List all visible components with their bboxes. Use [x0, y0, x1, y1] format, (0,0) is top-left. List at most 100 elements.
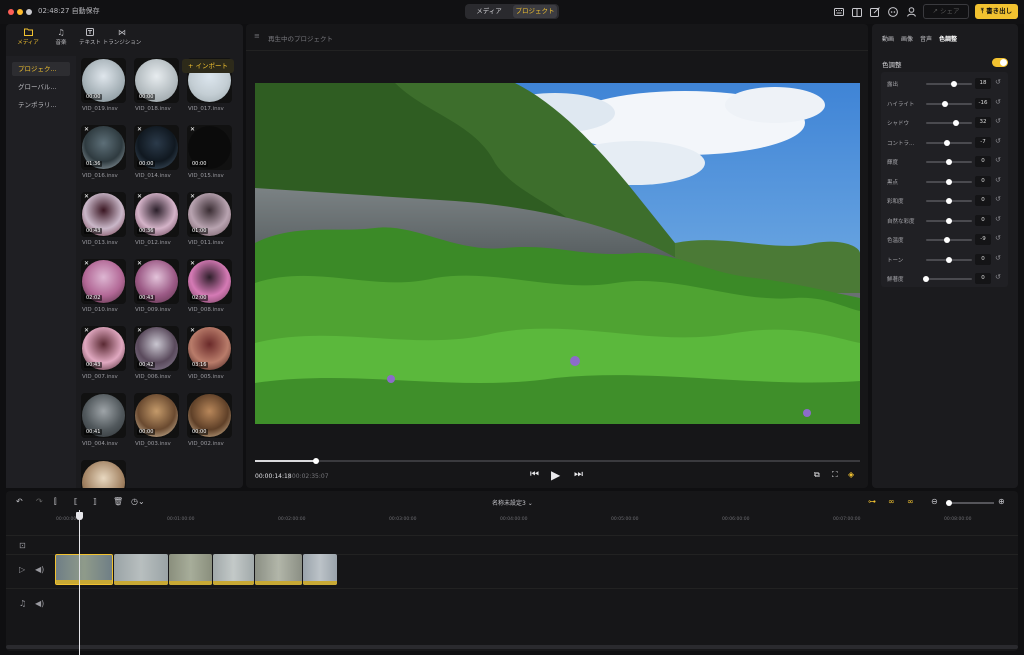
trim-end-icon[interactable]: ⟧: [93, 496, 97, 508]
reset-icon[interactable]: ↺: [995, 176, 1001, 184]
timeline-clip[interactable]: [169, 554, 212, 585]
adjust-slider-handle[interactable]: [946, 217, 952, 224]
timeline-scrollbar[interactable]: [6, 645, 1018, 649]
adjust-slider-handle[interactable]: [944, 237, 951, 243]
adjust-slider-handle[interactable]: [944, 139, 951, 146]
timeline-clip[interactable]: [303, 554, 337, 585]
zoom-in-icon[interactable]: ⊕: [998, 496, 1005, 508]
timeline-clip[interactable]: [255, 554, 302, 585]
media-thumbnail[interactable]: ✕ 01:00: [187, 192, 232, 237]
export-button[interactable]: ⤒ 書き出し: [975, 4, 1018, 19]
adjust-value[interactable]: 18: [975, 78, 991, 89]
media-thumbnail[interactable]: ✕ 00:43: [81, 192, 126, 237]
adjust-slider[interactable]: [926, 81, 972, 87]
remove-media-icon[interactable]: ✕: [137, 193, 142, 200]
next-frame-icon[interactable]: ⏭: [574, 469, 583, 481]
adjust-slider[interactable]: [926, 159, 972, 165]
remove-media-icon[interactable]: ✕: [190, 193, 195, 200]
tab-project[interactable]: プロジェクト: [513, 5, 557, 18]
adjust-value[interactable]: 32: [975, 117, 991, 128]
tab-image-settings[interactable]: 画像: [901, 34, 913, 43]
sequence-name[interactable]: 名称未設定3 ⌄: [492, 498, 533, 507]
adjust-slider-handle[interactable]: [942, 100, 949, 107]
remove-media-icon[interactable]: ✕: [137, 126, 142, 133]
minimize-window-button[interactable]: [17, 9, 23, 15]
link-icon[interactable]: ∞: [888, 496, 895, 508]
reset-icon[interactable]: ↺: [995, 234, 1001, 242]
view-mode-icon[interactable]: ◈: [848, 469, 854, 481]
adjust-slider[interactable]: [926, 256, 972, 263]
playhead[interactable]: [79, 510, 80, 655]
adjust-slider-handle[interactable]: [946, 159, 952, 165]
edit-icon[interactable]: [868, 5, 882, 19]
reset-icon[interactable]: ↺: [995, 137, 1001, 145]
split-icon[interactable]: ⫿: [54, 496, 57, 508]
adjust-value[interactable]: 0: [975, 156, 991, 167]
layout-icon[interactable]: [850, 5, 864, 19]
adjust-slider[interactable]: [926, 178, 972, 185]
remove-media-icon[interactable]: ✕: [137, 327, 142, 334]
video-track-mute-icon[interactable]: ◀): [35, 565, 44, 574]
adjust-slider-handle[interactable]: [946, 256, 952, 263]
media-thumbnail[interactable]: ✕ 00:00: [187, 125, 232, 170]
media-thumbnail[interactable]: 00:00: [134, 393, 179, 438]
adjust-value[interactable]: 0: [975, 214, 991, 226]
adjust-value[interactable]: -9: [975, 234, 991, 245]
media-thumbnail[interactable]: 00:41: [81, 393, 126, 438]
tab-media-library[interactable]: メディア: [16, 28, 40, 46]
nav-global-media[interactable]: グローバル...: [12, 80, 70, 94]
media-thumbnail[interactable]: 00:00: [81, 58, 126, 103]
reset-icon[interactable]: ↺: [995, 78, 1001, 86]
tab-transition[interactable]: ⋈ トランジション: [100, 28, 144, 46]
tab-music[interactable]: ♫ 音楽: [52, 28, 70, 46]
adjust-slider[interactable]: [926, 217, 972, 224]
snap-icon[interactable]: ⊶: [868, 496, 876, 508]
timeline-clip[interactable]: [213, 554, 254, 585]
tab-text[interactable]: テキスト: [78, 28, 102, 46]
reset-icon[interactable]: ↺: [995, 117, 1001, 125]
tab-audio-settings[interactable]: 音声: [920, 34, 932, 43]
media-thumbnail[interactable]: ✕ 00:00: [134, 125, 179, 170]
redo-icon[interactable]: ↷: [36, 496, 43, 508]
share-button[interactable]: ↗ シェア: [923, 4, 969, 19]
color-adjust-toggle[interactable]: [992, 58, 1008, 67]
import-button[interactable]: + インポート: [182, 59, 234, 73]
snapshot-icon[interactable]: ⧉: [814, 469, 820, 481]
remove-media-icon[interactable]: ✕: [84, 327, 89, 334]
remove-media-icon[interactable]: ✕: [84, 126, 89, 133]
adjust-slider[interactable]: [926, 198, 972, 204]
media-thumbnail[interactable]: ✕ 03:16: [187, 326, 232, 371]
remove-media-icon[interactable]: ✕: [190, 260, 195, 267]
reset-icon[interactable]: ↺: [995, 215, 1001, 223]
remove-media-icon[interactable]: ✕: [190, 327, 195, 334]
discord-icon[interactable]: [886, 5, 900, 19]
adjust-slider[interactable]: [926, 237, 972, 243]
timeline-zoom-slider[interactable]: [946, 500, 994, 506]
undo-icon[interactable]: ↶: [16, 496, 23, 508]
media-thumbnail[interactable]: ✕ 00:43: [134, 259, 179, 304]
adjust-value[interactable]: 0: [975, 273, 991, 284]
close-window-button[interactable]: [8, 9, 14, 15]
magnet-icon[interactable]: ∞: [907, 496, 914, 508]
reset-icon[interactable]: ↺: [995, 98, 1001, 106]
media-thumbnail[interactable]: ✕ 02:00: [187, 259, 232, 304]
audio-track-mute-icon[interactable]: ◀): [35, 599, 44, 608]
adjust-slider-handle[interactable]: [946, 198, 952, 204]
media-thumbnail[interactable]: 00:00: [134, 58, 179, 103]
media-thumbnail[interactable]: ✕ 00:42: [134, 326, 179, 371]
adjust-slider[interactable]: [926, 100, 972, 107]
speed-icon[interactable]: ◷⌄: [131, 496, 145, 508]
adjust-slider-handle[interactable]: [923, 276, 929, 282]
reset-icon[interactable]: ↺: [995, 273, 1001, 281]
adjust-slider[interactable]: [926, 120, 972, 126]
remove-media-icon[interactable]: ✕: [137, 260, 142, 267]
trim-start-icon[interactable]: ⟦: [74, 496, 78, 508]
nav-project-media[interactable]: プロジェク...: [12, 62, 70, 76]
reset-icon[interactable]: ↺: [995, 156, 1001, 164]
play-icon[interactable]: ▶: [551, 469, 560, 481]
reset-icon[interactable]: ↺: [995, 254, 1001, 262]
adjust-value[interactable]: 0: [975, 195, 991, 206]
tab-color-adjust[interactable]: 色調整: [939, 34, 957, 43]
adjust-value[interactable]: -16: [975, 97, 991, 109]
media-thumbnail[interactable]: ✕ 01:36: [81, 125, 126, 170]
